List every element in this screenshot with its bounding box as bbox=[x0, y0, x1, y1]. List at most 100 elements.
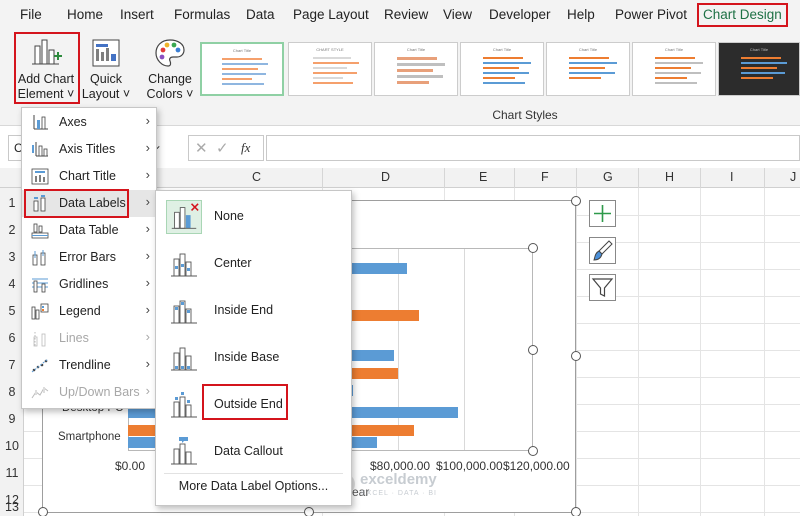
chart-style-1[interactable]: Chart Title bbox=[200, 42, 284, 96]
data-label-option-data-callout[interactable]: Data Callout bbox=[156, 428, 351, 475]
tab-home[interactable]: Home bbox=[67, 5, 103, 25]
data-labels-submenu: None Center Inside End Inside Base Outsi… bbox=[155, 190, 352, 506]
menu-item-lines: Lines › bbox=[22, 325, 156, 352]
chart-resize-handle[interactable] bbox=[571, 351, 581, 361]
column-header-j[interactable]: J bbox=[790, 170, 796, 184]
formula-input[interactable] bbox=[266, 135, 800, 161]
chart-resize-handle[interactable] bbox=[571, 507, 581, 516]
menu-item-label: Chart Title bbox=[59, 169, 116, 183]
submenu-item-label: Inside Base bbox=[214, 350, 280, 364]
chart-resize-handle[interactable] bbox=[571, 196, 581, 206]
chart-style-3[interactable]: Chart Title bbox=[374, 42, 458, 96]
watermark: exceldemy EXCEL · DATA · BI bbox=[334, 469, 474, 503]
grid-line bbox=[638, 188, 639, 516]
row-header-13[interactable]: 13 bbox=[0, 500, 24, 514]
chart-style-4[interactable]: Chart Title bbox=[460, 42, 544, 96]
menu-item-axis-titles[interactable]: Axis Titles › bbox=[22, 136, 156, 163]
menu-item-axes[interactable]: Axes › bbox=[22, 109, 156, 136]
menu-item-legend[interactable]: Legend › bbox=[22, 298, 156, 325]
tab-chart-design[interactable]: Chart Design bbox=[697, 3, 788, 27]
chevron-right-icon: › bbox=[145, 221, 150, 236]
x-tick-label: $0.00 bbox=[115, 459, 146, 473]
plus-icon bbox=[594, 205, 611, 222]
menu-item-error-bars[interactable]: Error Bars › bbox=[22, 244, 156, 271]
plot-area-handle[interactable] bbox=[528, 446, 538, 456]
submenu-item-label: Data Callout bbox=[214, 444, 283, 458]
column-divider bbox=[514, 168, 515, 188]
tab-view[interactable]: View bbox=[443, 5, 472, 25]
chevron-right-icon: › bbox=[145, 275, 150, 290]
column-header-c[interactable]: C bbox=[252, 170, 261, 184]
column-header-g[interactable]: G bbox=[603, 170, 613, 184]
column-header-f[interactable]: F bbox=[541, 170, 549, 184]
tab-formulas[interactable]: Formulas bbox=[174, 5, 230, 25]
plot-area-handle[interactable] bbox=[528, 243, 538, 253]
tab-data[interactable]: Data bbox=[246, 5, 275, 25]
chevron-right-icon: › bbox=[145, 167, 150, 182]
chevron-right-icon: › bbox=[145, 302, 150, 317]
row-header-10[interactable]: 10 bbox=[0, 439, 24, 453]
data-labels-center-icon bbox=[171, 253, 197, 277]
menu-item-label: Data Table bbox=[59, 223, 119, 237]
tab-review[interactable]: Review bbox=[384, 5, 428, 25]
data-labels-inside-end-icon bbox=[171, 300, 197, 324]
change-colors-label-1: Change bbox=[148, 72, 192, 86]
chevron-right-icon: › bbox=[145, 140, 150, 155]
palette-icon bbox=[155, 39, 185, 67]
plot-area-handle[interactable] bbox=[528, 345, 538, 355]
row-header-11[interactable]: 11 bbox=[0, 466, 24, 480]
up-down-bars-icon bbox=[31, 387, 49, 399]
chart-resize-handle[interactable] bbox=[304, 507, 314, 516]
highlight-box-outside-end bbox=[202, 384, 288, 420]
chart-styles-group-label: Chart Styles bbox=[492, 108, 558, 122]
menu-item-chart-title[interactable]: Chart Title › bbox=[22, 163, 156, 190]
axes-icon bbox=[33, 115, 48, 130]
data-label-option-inside-base[interactable]: Inside Base bbox=[156, 334, 351, 381]
menu-item-label: Lines bbox=[59, 331, 89, 345]
chart-style-2[interactable]: CHART STYLE bbox=[288, 42, 372, 96]
chart-elements-button[interactable] bbox=[589, 200, 616, 227]
category-label: Smartphone bbox=[58, 431, 121, 443]
data-label-option-none[interactable]: None bbox=[156, 193, 351, 240]
more-data-label-options[interactable]: More Data Label Options... bbox=[156, 479, 351, 493]
row-header-9[interactable]: 9 bbox=[0, 412, 24, 426]
data-label-option-center[interactable]: Center bbox=[156, 240, 351, 287]
quick-layout-button[interactable]: Quick Layout ˅ bbox=[80, 34, 132, 102]
grid-line bbox=[764, 188, 765, 516]
confirm-icon[interactable]: ✓ bbox=[216, 139, 229, 157]
change-colors-button[interactable]: Change Colors ˅ bbox=[144, 34, 196, 102]
column-header-h[interactable]: H bbox=[665, 170, 674, 184]
tab-power-pivot[interactable]: Power Pivot bbox=[615, 5, 687, 25]
tab-developer[interactable]: Developer bbox=[489, 5, 551, 25]
cancel-icon[interactable]: ✕ bbox=[195, 139, 208, 157]
tab-page-layout[interactable]: Page Layout bbox=[293, 5, 369, 25]
data-callout-icon bbox=[171, 437, 197, 465]
tab-file[interactable]: File bbox=[20, 5, 42, 25]
column-header-e[interactable]: E bbox=[479, 170, 487, 184]
chevron-right-icon: › bbox=[145, 329, 150, 344]
chart-resize-handle[interactable] bbox=[38, 507, 48, 516]
quick-layout-label-1: Quick bbox=[90, 72, 122, 86]
data-label-option-inside-end[interactable]: Inside End bbox=[156, 287, 351, 334]
menu-item-gridlines[interactable]: Gridlines › bbox=[22, 271, 156, 298]
chart-styles-button[interactable] bbox=[589, 237, 616, 264]
column-header-d[interactable]: D bbox=[381, 170, 390, 184]
tab-help[interactable]: Help bbox=[567, 5, 595, 25]
menu-item-data-table[interactable]: Data Table › bbox=[22, 217, 156, 244]
chart-style-7[interactable]: Chart Title bbox=[718, 42, 800, 96]
quick-layout-label-2: Layout ˅ bbox=[81, 87, 131, 101]
menu-item-trendline[interactable]: Trendline › bbox=[22, 352, 156, 379]
insert-function-icon[interactable]: fx bbox=[241, 140, 250, 156]
chart-style-5[interactable]: Chart Title bbox=[546, 42, 630, 96]
highlight-box-data-labels bbox=[24, 189, 129, 218]
chevron-right-icon: › bbox=[145, 356, 150, 371]
chart-filters-button[interactable] bbox=[589, 274, 616, 301]
chart-style-6[interactable]: Chart Title bbox=[632, 42, 716, 96]
chevron-right-icon: › bbox=[145, 383, 150, 398]
menu-item-label: Gridlines bbox=[59, 277, 109, 291]
column-header-i[interactable]: I bbox=[730, 170, 733, 184]
data-labels-outside-end-icon bbox=[171, 392, 197, 418]
tab-insert[interactable]: Insert bbox=[120, 5, 154, 25]
submenu-item-label: None bbox=[214, 209, 244, 223]
chevron-right-icon: › bbox=[145, 113, 150, 128]
